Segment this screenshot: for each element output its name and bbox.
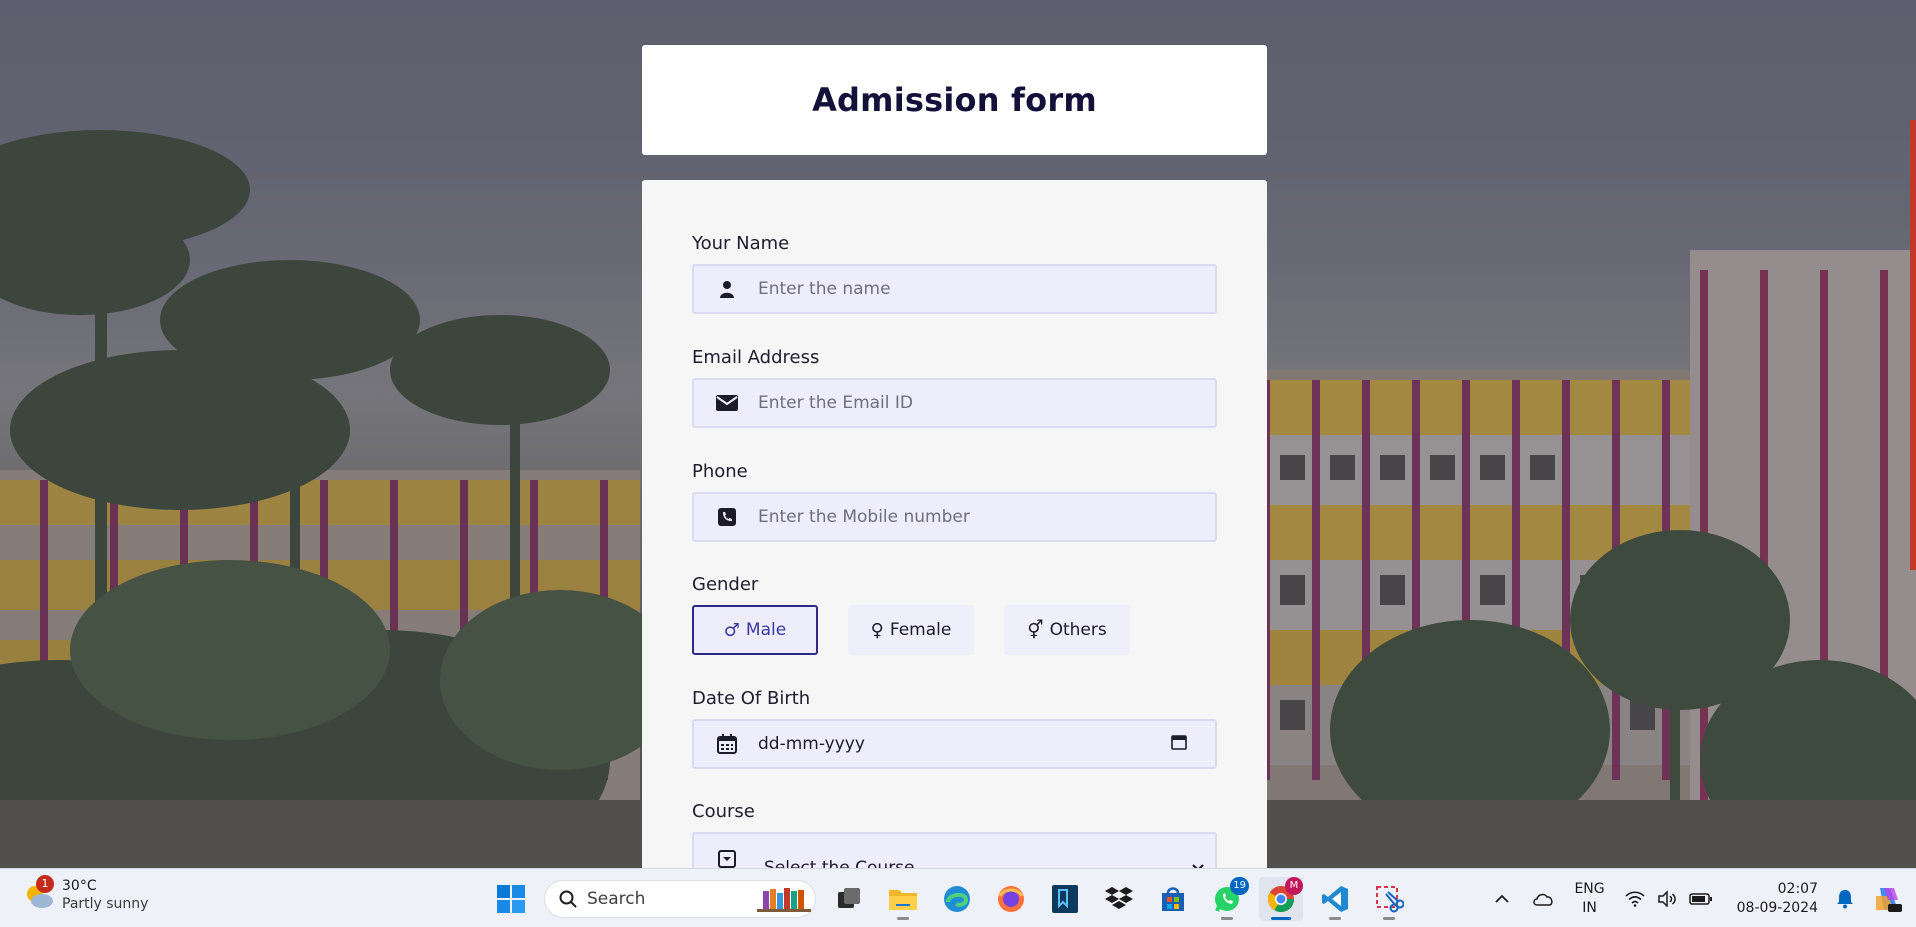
language-region: IN	[1582, 899, 1597, 916]
email-label: Email Address	[692, 347, 820, 368]
form-header-card: Admission form	[642, 45, 1267, 155]
gender-male-label: Male	[745, 620, 787, 640]
battery-icon[interactable]	[1688, 892, 1713, 906]
email-input[interactable]	[758, 393, 1198, 413]
user-icon	[714, 278, 740, 300]
clock-time: 02:07	[1777, 880, 1818, 897]
page-title: Admission form	[812, 81, 1097, 119]
folder-icon[interactable]	[881, 877, 925, 921]
email-input-box[interactable]	[692, 378, 1217, 428]
chrome-profile-badge: M	[1285, 876, 1303, 895]
others-gender-icon: ⚥	[1027, 619, 1044, 641]
male-icon: ♂	[723, 619, 740, 641]
dob-label: Date Of Birth	[692, 688, 811, 709]
gender-female-label: Female	[889, 620, 952, 640]
volume-icon[interactable]	[1657, 890, 1677, 907]
search-icon	[559, 890, 577, 908]
search-highlight-books-icon	[757, 887, 811, 912]
copilot-icon[interactable]	[1872, 884, 1902, 914]
language-code: ENG	[1574, 880, 1605, 897]
notification-bell-icon[interactable]	[1836, 889, 1854, 909]
store-icon[interactable]	[1151, 877, 1195, 921]
email-field: Email Address	[692, 346, 1217, 428]
scrollbar-thumb[interactable]	[1910, 120, 1916, 570]
dropdown-box-icon	[714, 848, 740, 870]
search-label: Search	[587, 888, 646, 909]
firefox-icon[interactable]	[989, 877, 1033, 921]
vscode-icon[interactable]	[1313, 877, 1357, 921]
system-tray: ENG IN 02:07 08-09-2024	[1488, 869, 1916, 927]
taskbar-apps: Search 19 M	[484, 869, 1416, 927]
chevron-up-icon[interactable]	[1494, 894, 1510, 904]
taskbar-search[interactable]: Search	[544, 879, 816, 918]
admission-form: Your Name Email Address Phone Gender	[642, 180, 1267, 892]
language-indicator[interactable]: ENG IN	[1574, 880, 1604, 918]
gender-options: ♂ Male ♀ Female ⚥ Others	[692, 605, 1217, 655]
gender-male-button[interactable]: ♂ Male	[692, 605, 818, 655]
gender-label: Gender	[692, 574, 759, 595]
wifi-icon[interactable]	[1625, 890, 1645, 907]
bookmark-app-icon[interactable]	[1043, 877, 1087, 921]
weather-description: Partly sunny	[62, 896, 149, 912]
dob-input-box[interactable]: dd-mm-yyyy	[692, 719, 1217, 769]
name-input-box[interactable]	[692, 264, 1217, 314]
windows-start-icon[interactable]	[489, 877, 533, 921]
calendar-icon	[714, 733, 740, 755]
dob-field: Date Of Birth dd-mm-yyyy	[692, 687, 1217, 769]
clock-date: 08-09-2024	[1736, 899, 1818, 916]
phone-label: Phone	[692, 461, 748, 482]
female-icon: ♀	[870, 619, 884, 641]
course-label: Course	[692, 801, 755, 822]
partly-sunny-icon: 1	[22, 875, 56, 912]
envelope-icon	[714, 392, 740, 414]
whatsapp-icon[interactable]: 19	[1205, 876, 1249, 921]
clock[interactable]: 02:07 08-09-2024	[1737, 880, 1818, 918]
weather-badge: 1	[36, 875, 54, 893]
name-field: Your Name	[692, 232, 1217, 314]
phone-field: Phone	[692, 460, 1217, 542]
dropbox-icon[interactable]	[1097, 877, 1141, 921]
windows-taskbar: 1 30°C Partly sunny Search 19 M ENG IN 0…	[0, 868, 1916, 927]
phone-input[interactable]	[758, 507, 1198, 527]
gender-others-button[interactable]: ⚥ Others	[1004, 605, 1130, 655]
edge-icon[interactable]	[935, 877, 979, 921]
name-input[interactable]	[758, 279, 1198, 299]
phone-input-box[interactable]	[692, 492, 1217, 542]
onedrive-cloud-icon[interactable]	[1532, 892, 1554, 906]
phone-icon	[714, 506, 740, 528]
gender-others-label: Others	[1049, 620, 1107, 640]
gender-female-button[interactable]: ♀ Female	[848, 605, 974, 655]
chrome-icon[interactable]: M	[1259, 876, 1303, 921]
weather-widget[interactable]: 1 30°C Partly sunny	[22, 875, 149, 913]
snipping-tool-icon[interactable]	[1367, 877, 1411, 921]
date-picker-icon[interactable]	[1171, 734, 1187, 754]
task-view-icon[interactable]	[827, 877, 871, 921]
name-label: Your Name	[692, 233, 790, 254]
weather-temperature: 30°C	[62, 878, 97, 894]
dob-input[interactable]: dd-mm-yyyy	[758, 734, 1171, 754]
gender-field: Gender ♂ Male ♀ Female ⚥ Others	[692, 573, 1217, 655]
whatsapp-badge: 19	[1230, 876, 1249, 895]
